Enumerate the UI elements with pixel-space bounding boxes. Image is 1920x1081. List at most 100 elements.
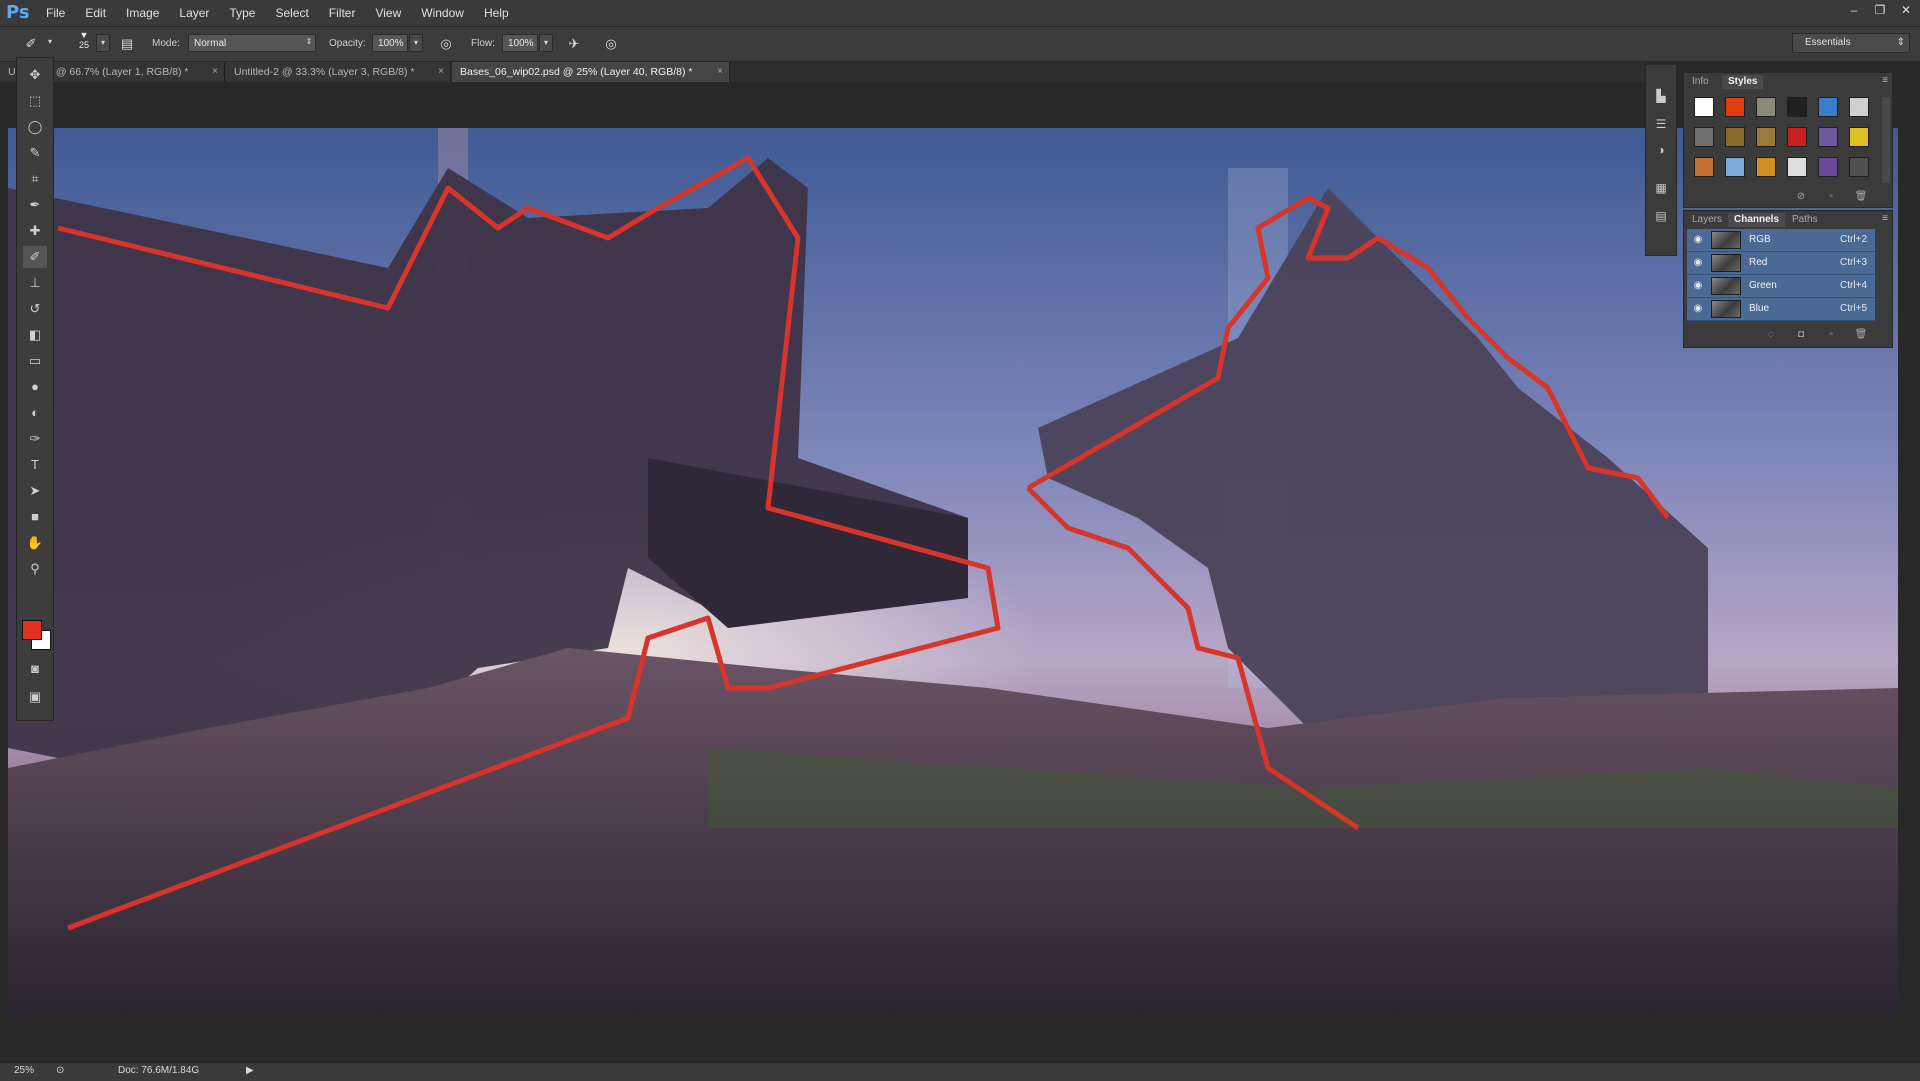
menu-file[interactable]: File [36, 0, 75, 26]
foreground-color-swatch[interactable] [22, 620, 42, 640]
brush-preset-icon[interactable]: ✐ [22, 35, 40, 53]
channel-row-blue[interactable]: ◉ Blue Ctrl+5 [1687, 298, 1875, 321]
close-icon[interactable]: × [212, 62, 218, 82]
menu-layer[interactable]: Layer [169, 0, 219, 26]
style-swatch[interactable] [1818, 127, 1838, 147]
tab-layers[interactable]: Layers [1686, 213, 1728, 227]
marquee-tool[interactable]: ⬚ [23, 90, 47, 112]
clone-stamp-tool[interactable]: ⊥ [23, 272, 47, 294]
opacity-dropdown[interactable]: ▾ [409, 34, 423, 52]
style-swatch[interactable] [1756, 127, 1776, 147]
pressure-opacity-icon[interactable]: ◎ [437, 35, 455, 53]
hand-tool[interactable]: ✋ [23, 532, 47, 554]
adjustments-icon[interactable]: ◑ [1652, 141, 1670, 159]
menu-help[interactable]: Help [474, 0, 519, 26]
screen-mode-button[interactable]: ▣ [23, 686, 47, 708]
visibility-eye-icon[interactable]: ◉ [1691, 279, 1705, 293]
painting-canvas[interactable] [8, 128, 1898, 1016]
eyedropper-tool[interactable]: ✒ [23, 194, 47, 216]
panel-menu-icon[interactable]: ≡ [1882, 75, 1888, 86]
clear-style-icon[interactable]: ⊘ [1794, 191, 1808, 203]
style-swatch[interactable] [1787, 127, 1807, 147]
quick-select-tool[interactable]: ✎ [23, 142, 47, 164]
swatches-icon[interactable]: ▦ [1652, 179, 1670, 197]
style-swatch[interactable] [1849, 127, 1869, 147]
chevron-down-icon[interactable]: ▾ [44, 34, 56, 52]
brush-panel-toggle-icon[interactable]: ▤ [118, 35, 136, 53]
canvas-area[interactable] [0, 82, 1898, 1062]
style-swatch[interactable] [1818, 157, 1838, 177]
status-info-icon[interactable]: ⊙ [56, 1065, 64, 1076]
tab-channels[interactable]: Channels [1728, 213, 1786, 227]
style-swatch[interactable] [1849, 157, 1869, 177]
path-select-tool[interactable]: ➤ [23, 480, 47, 502]
tab-untitled-2[interactable]: Untitled-2 @ 33.3% (Layer 3, RGB/8) * × [226, 62, 451, 82]
style-swatch[interactable] [1787, 157, 1807, 177]
quick-mask-button[interactable]: ◙ [23, 658, 47, 680]
notes-icon[interactable]: ▤ [1652, 207, 1670, 225]
brush-size-picker[interactable]: ▼ 25 [74, 30, 94, 56]
zoom-tool[interactable]: ⚲ [23, 558, 47, 580]
airbrush-icon[interactable]: ✈ [565, 35, 583, 53]
style-swatch[interactable] [1787, 97, 1807, 117]
channel-row-green[interactable]: ◉ Green Ctrl+4 [1687, 275, 1875, 298]
tab-styles[interactable]: Styles [1722, 75, 1764, 89]
load-selection-icon[interactable]: ◌ [1764, 329, 1778, 341]
style-swatch[interactable] [1725, 97, 1745, 117]
channel-row-rgb[interactable]: ◉ RGB Ctrl+2 [1687, 229, 1875, 252]
properties-icon[interactable]: ☰ [1652, 115, 1670, 133]
shape-tool[interactable]: ■ [23, 506, 47, 528]
tab-bases-06-wip02[interactable]: Bases_06_wip02.psd @ 25% (Layer 40, RGB/… [452, 62, 730, 82]
status-menu-arrow-icon[interactable]: ▶ [246, 1065, 254, 1076]
histogram-icon[interactable]: ▙ [1652, 87, 1670, 105]
restore-button[interactable]: ❐ [1872, 2, 1888, 18]
type-tool[interactable]: T [23, 454, 47, 476]
brush-tool[interactable]: ✐ [23, 246, 47, 268]
dodge-tool[interactable]: ◐ [23, 402, 47, 424]
visibility-eye-icon[interactable]: ◉ [1691, 302, 1705, 316]
menu-filter[interactable]: Filter [319, 0, 366, 26]
eraser-tool[interactable]: ◧ [23, 324, 47, 346]
close-button[interactable]: ✕ [1898, 2, 1914, 18]
menu-window[interactable]: Window [411, 0, 474, 26]
flow-dropdown[interactable]: ▾ [539, 34, 553, 52]
style-swatch[interactable] [1818, 97, 1838, 117]
history-brush-tool[interactable]: ↺ [23, 298, 47, 320]
panel-menu-icon[interactable]: ≡ [1882, 213, 1888, 224]
healing-brush-tool[interactable]: ✚ [23, 220, 47, 242]
flow-input[interactable]: 100% [502, 34, 538, 52]
menu-edit[interactable]: Edit [75, 0, 116, 26]
new-style-icon[interactable]: ▫ [1824, 191, 1838, 203]
crop-tool[interactable]: ⌗ [23, 168, 47, 190]
visibility-eye-icon[interactable]: ◉ [1691, 256, 1705, 270]
opacity-input[interactable]: 100% [372, 34, 408, 52]
close-icon[interactable]: × [438, 62, 444, 82]
minimize-button[interactable]: – [1846, 2, 1862, 18]
new-channel-icon[interactable]: ▫ [1824, 329, 1838, 341]
menu-view[interactable]: View [365, 0, 411, 26]
close-icon[interactable]: × [717, 62, 723, 82]
lasso-tool[interactable]: ◯ [23, 116, 47, 138]
pressure-size-icon[interactable]: ◎ [602, 35, 620, 53]
menu-select[interactable]: Select [265, 0, 318, 26]
channel-row-red[interactable]: ◉ Red Ctrl+3 [1687, 252, 1875, 275]
style-swatch[interactable] [1849, 97, 1869, 117]
style-swatch[interactable] [1725, 157, 1745, 177]
style-swatch[interactable] [1756, 157, 1776, 177]
styles-scrollbar[interactable] [1882, 97, 1890, 183]
style-swatch[interactable] [1694, 97, 1714, 117]
menu-image[interactable]: Image [116, 0, 169, 26]
brush-size-dropdown[interactable]: ▾ [96, 34, 110, 52]
move-tool[interactable]: ✥ [23, 64, 47, 86]
tab-info[interactable]: Info [1686, 75, 1715, 89]
style-swatch[interactable] [1694, 127, 1714, 147]
mode-select[interactable]: Normal [188, 34, 316, 52]
delete-channel-icon[interactable]: 🗑 [1854, 329, 1868, 341]
menu-type[interactable]: Type [219, 0, 265, 26]
delete-style-icon[interactable]: 🗑 [1854, 191, 1868, 203]
workspace-switcher[interactable]: Essentials ⇕ [1792, 33, 1910, 53]
blur-tool[interactable]: ● [23, 376, 47, 398]
zoom-level[interactable]: 25% [14, 1065, 34, 1076]
style-swatch[interactable] [1756, 97, 1776, 117]
style-swatch[interactable] [1725, 127, 1745, 147]
